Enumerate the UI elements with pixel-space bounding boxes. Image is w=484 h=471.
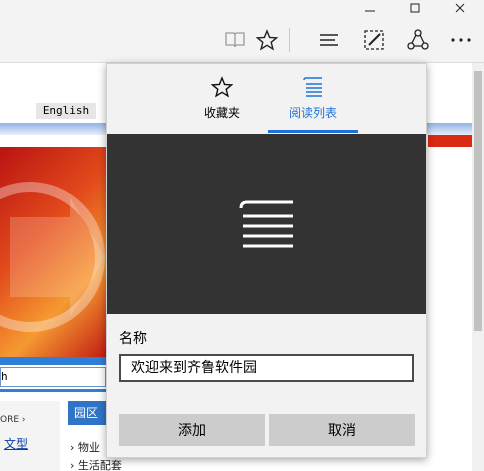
hero-banner-image	[0, 147, 106, 357]
more-link[interactable]: ORE ›	[0, 415, 25, 425]
language-link[interactable]: English	[36, 103, 96, 119]
tab-favorites[interactable]: 收藏夹	[177, 70, 267, 130]
favorite-star-icon[interactable]	[253, 26, 281, 54]
banner-arrow-graphic	[0, 182, 105, 332]
reading-list-preview	[107, 134, 426, 314]
divider	[0, 389, 106, 392]
tab-reading-list[interactable]: 阅读列表	[268, 70, 358, 130]
reading-list-large-icon	[239, 200, 293, 248]
close-icon[interactable]	[440, 0, 480, 18]
name-label: 名称	[119, 331, 147, 347]
toolbar-separator	[289, 28, 290, 52]
web-note-icon[interactable]	[360, 26, 388, 54]
list-item[interactable]: › 物业	[70, 439, 100, 455]
star-icon	[209, 74, 235, 100]
hub-icon[interactable]	[315, 26, 343, 54]
title-bar	[0, 0, 484, 18]
banner-blue-bar	[0, 357, 106, 365]
left-column-link[interactable]: 文型	[4, 435, 28, 452]
reading-view-icon[interactable]	[221, 26, 249, 54]
active-tab-indicator	[268, 130, 358, 133]
browser-toolbar	[0, 18, 484, 63]
list-item[interactable]: › 生活配套	[70, 457, 122, 471]
more-actions-icon[interactable]	[447, 26, 475, 54]
scrollbar-thumb[interactable]	[474, 71, 482, 331]
site-search-input[interactable]: h	[0, 367, 106, 387]
name-field[interactable]: 欢迎来到齐鲁软件园	[119, 354, 414, 382]
share-icon[interactable]	[404, 26, 432, 54]
hub-panel: 收藏夹 阅读列表 名称 欢迎来到齐鲁软件园 添加 取消	[106, 63, 427, 458]
maximize-icon[interactable]	[395, 0, 435, 18]
reading-list-icon	[300, 74, 326, 100]
cancel-button[interactable]: 取消	[269, 414, 415, 446]
add-button[interactable]: 添加	[119, 414, 265, 446]
tab-label: 阅读列表	[288, 106, 337, 120]
tab-label: 收藏夹	[203, 106, 240, 120]
minimize-icon[interactable]	[350, 0, 390, 18]
